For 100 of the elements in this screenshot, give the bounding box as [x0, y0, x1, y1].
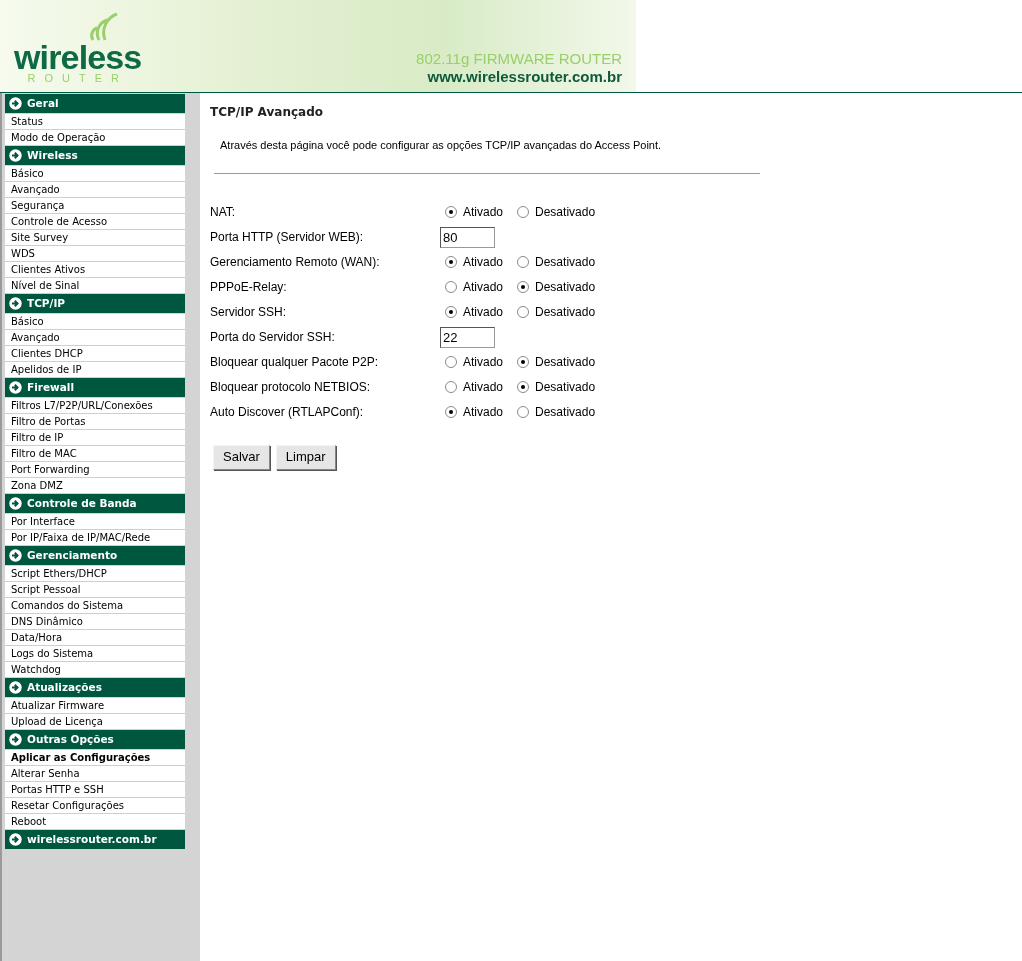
arrow-circle-icon [9, 297, 22, 310]
logo-wordmark: wireless [14, 42, 142, 72]
menu-link[interactable]: Por IP/Faixa de IP/MAC/Rede [5, 530, 185, 546]
radio-button[interactable] [517, 381, 530, 393]
menu-link[interactable]: Site Survey [5, 230, 185, 246]
menu-link[interactable]: DNS Dinâmico [5, 614, 185, 630]
menu-link[interactable]: Resetar Configurações [5, 798, 185, 814]
menu-section-header[interactable]: Outras Opções [5, 730, 185, 750]
arrow-circle-icon [9, 549, 22, 562]
menu-link[interactable]: Logs do Sistema [5, 646, 185, 662]
radio-label: Desativado [535, 254, 596, 271]
arrow-circle-icon [9, 497, 22, 510]
form-button[interactable]: Limpar [275, 444, 336, 470]
radio-label: Desativado [535, 379, 596, 396]
radio-button[interactable] [517, 206, 530, 218]
menu-link[interactable]: WDS [5, 246, 185, 262]
menu-link[interactable]: Avançado [5, 182, 185, 198]
menu-link[interactable]: Atualizar Firmware [5, 698, 185, 714]
menu-section-header[interactable]: Wireless [5, 146, 185, 166]
menu-link[interactable]: Básico [5, 166, 185, 182]
section-title: wirelessrouter.com.br [27, 831, 157, 847]
field-label: Bloquear protocolo NETBIOS: [210, 379, 372, 396]
menu-link[interactable]: Upload de Licença [5, 714, 185, 730]
section-title: Firewall [27, 379, 75, 395]
menu-link[interactable]: Filtro de MAC [5, 446, 185, 462]
menu-section-header[interactable]: TCP/IP [5, 294, 185, 314]
menu-link[interactable]: Status [5, 114, 185, 130]
menu-link[interactable]: Clientes DHCP [5, 346, 185, 362]
radio-label: Ativado [463, 354, 504, 371]
menu-link[interactable]: Script Pessoal [5, 582, 185, 598]
menu-section-header[interactable]: wirelessrouter.com.br [5, 830, 185, 850]
menu-link[interactable]: Filtros L7/P2P/URL/Conexões [5, 398, 185, 414]
menu-link[interactable]: Watchdog [5, 662, 185, 678]
menu-link[interactable]: Filtro de IP [5, 430, 185, 446]
radio-button[interactable] [445, 306, 457, 318]
menu-link[interactable]: Script Ethers/DHCP [5, 566, 185, 582]
menu-section-header[interactable]: Firewall [5, 378, 185, 398]
field-label: PPPoE-Relay: [210, 279, 288, 296]
page-title: TCP/IP Avançado [210, 104, 324, 121]
menu-link[interactable]: Nível de Sinal [5, 278, 185, 294]
menu-section-header[interactable]: Atualizações [5, 678, 185, 698]
menu-link[interactable]: Modo de Operação [5, 130, 185, 146]
radio-label: Desativado [535, 404, 596, 421]
menu-link[interactable]: Por Interface [5, 514, 185, 530]
field-label: NAT: [210, 204, 237, 221]
field-label: Porta HTTP (Servidor WEB): [210, 229, 365, 246]
port-input[interactable]: 22 [440, 326, 495, 348]
menu-section-header[interactable]: Geral [5, 94, 185, 114]
menu-link[interactable]: Aplicar as Configurações [5, 750, 185, 766]
radio-label: Desativado [535, 204, 596, 221]
port-input[interactable]: 80 [440, 226, 495, 248]
radio-label: Desativado [535, 279, 596, 296]
radio-button[interactable] [445, 256, 457, 268]
arrow-circle-icon [9, 833, 22, 846]
menu-section-header[interactable]: Gerenciamento [5, 546, 185, 566]
menu-link[interactable]: Filtro de Portas [5, 414, 185, 430]
radio-label: Ativado [463, 304, 504, 321]
radio-button[interactable] [445, 381, 457, 393]
logo-subtitle: ROUTER [27, 72, 128, 84]
section-title: Gerenciamento [27, 547, 118, 563]
form-button[interactable]: Salvar [213, 444, 270, 470]
menu-link[interactable]: Port Forwarding [5, 462, 185, 478]
menu-section-header[interactable]: Controle de Banda [5, 494, 185, 514]
radio-label: Desativado [535, 354, 596, 371]
radio-button[interactable] [445, 281, 457, 293]
menu-link[interactable]: Data/Hora [5, 630, 185, 646]
radio-button[interactable] [445, 206, 457, 218]
section-title: Wireless [27, 147, 78, 163]
website-url: www.wirelessrouter.com.br [427, 68, 622, 86]
radio-label: Ativado [463, 279, 504, 296]
field-label: Bloquear qualquer Pacote P2P: [210, 354, 380, 371]
radio-button[interactable] [517, 306, 530, 318]
radio-button[interactable] [517, 356, 530, 368]
menu-link[interactable]: Avançado [5, 330, 185, 346]
radio-button[interactable] [517, 406, 530, 418]
arrow-circle-icon [9, 149, 22, 162]
field-label: Auto Discover (RTLAPConf): [210, 404, 365, 421]
radio-button[interactable] [445, 406, 457, 418]
radio-label: Desativado [535, 304, 596, 321]
radio-label: Ativado [463, 404, 504, 421]
radio-label: Ativado [463, 379, 504, 396]
radio-button[interactable] [517, 281, 530, 293]
menu-link[interactable]: Portas HTTP e SSH [5, 782, 185, 798]
menu-link[interactable]: Comandos do Sistema [5, 598, 185, 614]
menu-link[interactable]: Básico [5, 314, 185, 330]
menu-link[interactable]: Alterar Senha [5, 766, 185, 782]
radio-button[interactable] [517, 256, 530, 268]
menu-link[interactable]: Clientes Ativos [5, 262, 185, 278]
page-description: Através desta página você pode configurar as opções TCP/IP avançadas do Access Point. [220, 138, 663, 153]
section-title: Geral [27, 95, 59, 111]
section-title: Outras Opções [27, 731, 114, 747]
field-label: Servidor SSH: [210, 304, 288, 321]
radio-button[interactable] [445, 356, 457, 368]
tagline: 802.11g FIRMWARE ROUTER [416, 50, 622, 68]
menu-link[interactable]: Reboot [5, 814, 185, 830]
menu-link[interactable]: Zona DMZ [5, 478, 185, 494]
menu-link[interactable]: Segurança [5, 198, 185, 214]
menu-link[interactable]: Controle de Acesso [5, 214, 185, 230]
menu-link[interactable]: Apelidos de IP [5, 362, 185, 378]
section-title: Atualizações [27, 679, 102, 695]
